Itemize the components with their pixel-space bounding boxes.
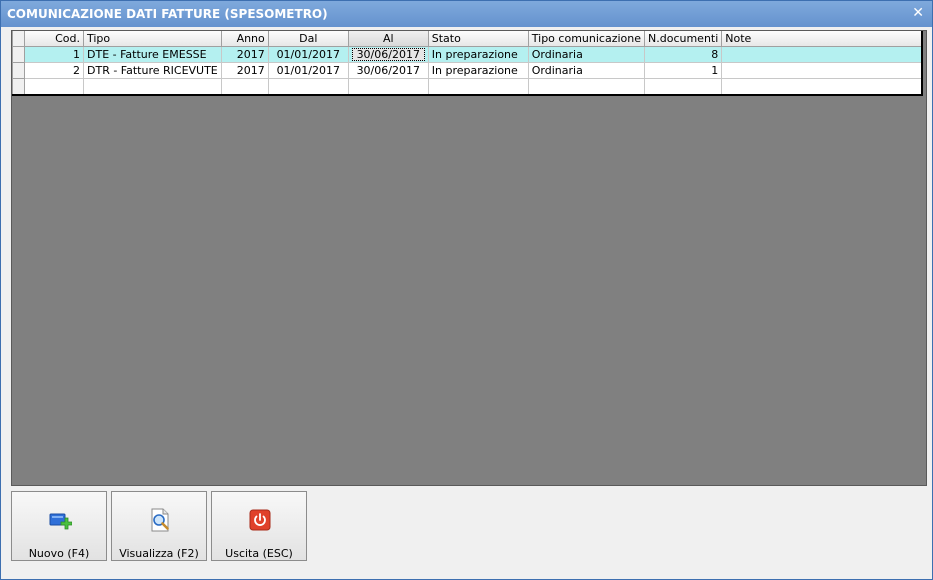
data-grid-area: Cod. Tipo Anno Dal Al Stato Tipo comunic… xyxy=(11,30,927,486)
row-indicator-header xyxy=(12,31,25,47)
cell-tipo-comunicazione[interactable]: Ordinaria xyxy=(527,46,646,63)
magnifier-document-icon xyxy=(151,508,169,532)
visualizza-button[interactable]: Visualizza (F2) xyxy=(111,491,207,561)
cell-cod[interactable]: 2 xyxy=(24,62,84,79)
empty-cell[interactable] xyxy=(267,78,349,96)
window-title: COMUNICAZIONE DATI FATTURE (SPESOMETRO) xyxy=(7,7,328,21)
column-header-al[interactable]: Al xyxy=(347,31,429,47)
cell-stato[interactable]: In preparazione xyxy=(427,62,529,79)
cell-tipo[interactable]: DTE - Fatture EMESSE xyxy=(83,46,222,63)
column-header-n-documenti[interactable]: N.documenti xyxy=(643,31,723,47)
row-indicator[interactable] xyxy=(12,46,25,63)
empty-cell[interactable] xyxy=(347,78,429,96)
cell-dal[interactable]: 01/01/2017 xyxy=(267,46,349,63)
row-indicator[interactable] xyxy=(12,78,25,96)
column-header-note[interactable]: Note xyxy=(721,31,923,47)
column-header-dal[interactable]: Dal xyxy=(267,31,349,47)
cell-dal[interactable]: 01/01/2017 xyxy=(267,62,349,79)
nuovo-button-label: Nuovo (F4) xyxy=(28,547,90,560)
empty-cell[interactable] xyxy=(24,78,84,96)
table-row[interactable]: 1 DTE - Fatture EMESSE 2017 01/01/2017 3… xyxy=(12,46,923,63)
cell-tipo-comunicazione[interactable]: Ordinaria xyxy=(527,62,646,79)
column-header-cod[interactable]: Cod. xyxy=(24,31,84,47)
column-header-tipo[interactable]: Tipo xyxy=(83,31,222,47)
row-indicator[interactable] xyxy=(12,62,25,79)
cell-tipo[interactable]: DTR - Fatture RICEVUTE xyxy=(83,62,222,79)
empty-cell[interactable] xyxy=(527,78,646,96)
cell-n-documenti[interactable]: 1 xyxy=(643,62,723,79)
power-icon xyxy=(249,509,271,531)
uscita-button[interactable]: Uscita (ESC) xyxy=(211,491,307,561)
cell-al[interactable]: 30/06/2017 xyxy=(347,62,429,79)
cell-stato[interactable]: In preparazione xyxy=(427,46,529,63)
cell-cod[interactable]: 1 xyxy=(24,46,84,63)
empty-cell[interactable] xyxy=(220,78,269,96)
cell-note[interactable] xyxy=(721,62,923,79)
title-bar: COMUNICAZIONE DATI FATTURE (SPESOMETRO) … xyxy=(1,1,932,27)
cell-al[interactable]: 30/06/2017 xyxy=(347,46,429,63)
cell-note[interactable] xyxy=(721,46,923,63)
column-header-anno[interactable]: Anno xyxy=(220,31,269,47)
empty-cell[interactable] xyxy=(83,78,222,96)
app-window: COMUNICAZIONE DATI FATTURE (SPESOMETRO) … xyxy=(0,0,933,580)
cell-anno[interactable]: 2017 xyxy=(220,46,269,63)
uscita-button-label: Uscita (ESC) xyxy=(225,547,293,560)
add-icon xyxy=(49,513,72,530)
empty-cell[interactable] xyxy=(721,78,923,96)
column-header-tipo-comunicazione[interactable]: Tipo comunicazione xyxy=(527,31,646,47)
column-header-stato[interactable]: Stato xyxy=(427,31,529,47)
grid-header-row: Cod. Tipo Anno Dal Al Stato Tipo comunic… xyxy=(12,31,923,47)
nuovo-button[interactable]: Nuovo (F4) xyxy=(11,491,107,561)
cell-n-documenti[interactable]: 8 xyxy=(643,46,723,63)
cell-anno[interactable]: 2017 xyxy=(220,62,269,79)
table-row[interactable]: 2 DTR - Fatture RICEVUTE 2017 01/01/2017… xyxy=(12,62,923,79)
empty-cell[interactable] xyxy=(643,78,723,96)
close-icon[interactable]: ✕ xyxy=(912,5,924,21)
data-grid: Cod. Tipo Anno Dal Al Stato Tipo comunic… xyxy=(12,31,923,96)
visualizza-button-label: Visualizza (F2) xyxy=(119,547,199,560)
new-row[interactable] xyxy=(12,78,923,96)
cell-al-value: 30/06/2017 xyxy=(351,48,425,61)
empty-cell[interactable] xyxy=(427,78,529,96)
